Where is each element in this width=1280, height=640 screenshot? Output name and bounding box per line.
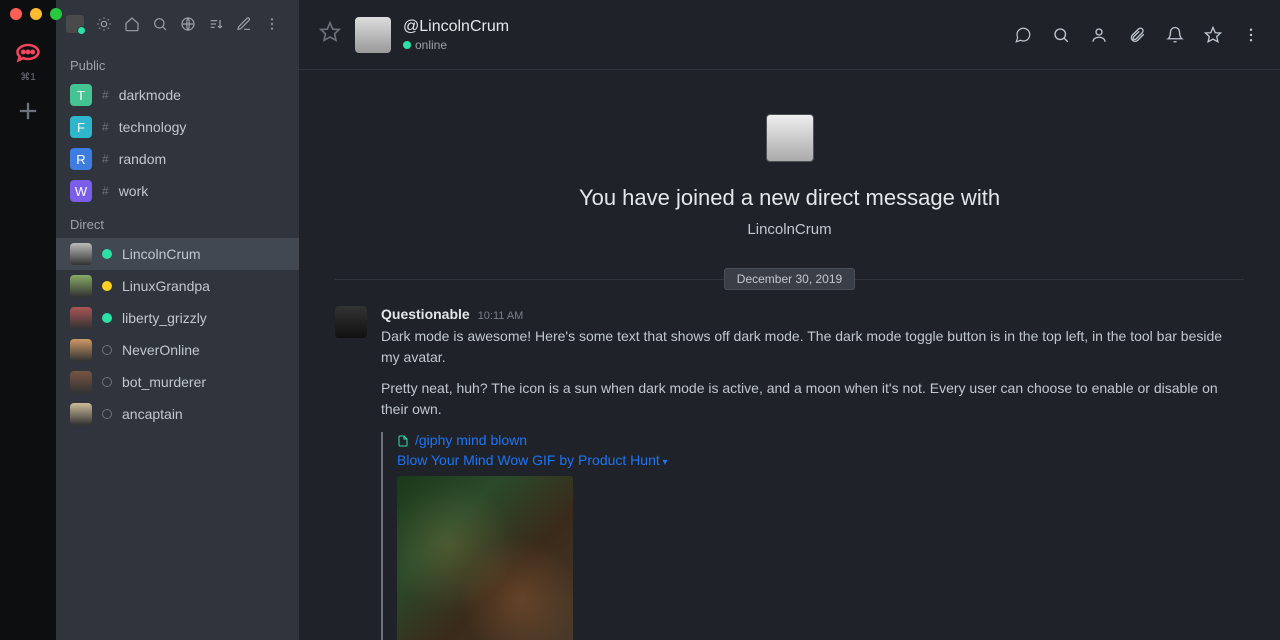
search-icon[interactable] <box>152 16 168 32</box>
notifications-icon[interactable] <box>1166 26 1184 44</box>
favorite-star-icon[interactable] <box>319 21 341 48</box>
sidebar-channel-item[interactable]: W # work <box>56 175 299 207</box>
status-dot <box>102 281 112 291</box>
channel-badge: F <box>70 116 92 138</box>
header-actions <box>1014 26 1260 44</box>
attachment-title[interactable]: Blow Your Mind Wow GIF by Product Hunt <box>397 452 1244 468</box>
window-traffic-lights <box>10 8 62 20</box>
threads-icon[interactable] <box>1014 26 1032 44</box>
sidebar-dm-item[interactable]: NeverOnline <box>56 334 299 366</box>
create-icon[interactable] <box>236 16 252 32</box>
room-header: @LincolnCrum online <box>299 0 1280 70</box>
joined-username: LincolnCrum <box>335 221 1244 238</box>
sidebar-section-direct: Direct <box>56 207 299 238</box>
sidebar-dm-item[interactable]: ancaptain <box>56 398 299 430</box>
add-server-button[interactable] <box>14 97 42 125</box>
sidebar-channel-item[interactable]: T # darkmode <box>56 79 299 111</box>
message-scroll-area[interactable]: You have joined a new direct message wit… <box>299 70 1280 640</box>
kebab-menu-icon[interactable] <box>264 16 280 32</box>
sidebar-channel-item[interactable]: F # technology <box>56 111 299 143</box>
sidebar-dm-item[interactable]: LincolnCrum <box>56 238 299 270</box>
attachment-command: /giphy mind blown <box>397 432 1244 448</box>
minimize-window-button[interactable] <box>30 8 42 20</box>
hash-icon: # <box>102 184 109 198</box>
hash-icon: # <box>102 88 109 102</box>
dm-avatar <box>70 339 92 361</box>
sidebar-dm-item[interactable]: bot_murderer <box>56 366 299 398</box>
date-separator: December 30, 2019 <box>335 268 1244 290</box>
hash-icon: # <box>102 152 109 166</box>
dm-name: bot_murderer <box>122 374 206 390</box>
sidebar-dm-item[interactable]: liberty_grizzly <box>56 302 299 334</box>
dm-name: NeverOnline <box>122 342 200 358</box>
dm-avatar <box>70 307 92 329</box>
status-dot <box>102 345 112 355</box>
hash-icon: # <box>102 120 109 134</box>
channel-badge: W <box>70 180 92 202</box>
document-icon <box>397 434 409 446</box>
room-status: online <box>403 38 509 52</box>
attachment-command-text: /giphy mind blown <box>415 432 527 448</box>
dm-name: LinuxGrandpa <box>122 278 210 294</box>
home-icon[interactable] <box>124 16 140 32</box>
server-rail: ⌘1 <box>0 0 56 640</box>
status-dot <box>102 249 112 259</box>
kebab-icon[interactable] <box>1242 26 1260 44</box>
sidebar-dm-item[interactable]: LinuxGrandpa <box>56 270 299 302</box>
workspace-shortcut-label: ⌘1 <box>20 72 36 83</box>
message-author[interactable]: Questionable <box>381 306 470 322</box>
search-messages-icon[interactable] <box>1052 26 1070 44</box>
sort-icon[interactable] <box>208 16 224 32</box>
directory-icon[interactable] <box>180 16 196 32</box>
files-icon[interactable] <box>1128 26 1146 44</box>
channel-badge: R <box>70 148 92 170</box>
sidebar-channel-item[interactable]: R # random <box>56 143 299 175</box>
message-text-2: Pretty neat, huh? The icon is a sun when… <box>381 378 1244 420</box>
dm-avatar <box>70 371 92 393</box>
channel-name: work <box>119 183 149 199</box>
sidebar: Public T # darkmode F # technology R # random W # w… <box>56 0 299 640</box>
sidebar-section-public: Public <box>56 48 299 79</box>
sidebar-toolbar <box>56 0 299 48</box>
darkmode-toggle-icon[interactable] <box>96 16 112 32</box>
dm-avatar <box>70 403 92 425</box>
close-window-button[interactable] <box>10 8 22 20</box>
date-separator-label: December 30, 2019 <box>724 268 855 290</box>
main-panel: @LincolnCrum online You have joined a ne… <box>299 0 1280 640</box>
dm-name: liberty_grizzly <box>122 310 207 326</box>
dm-name: LincolnCrum <box>122 246 201 262</box>
dm-avatar <box>70 243 92 265</box>
message: Questionable 10:11 AM Dark mode is aweso… <box>335 306 1244 640</box>
joined-banner: You have joined a new direct message wit… <box>335 114 1244 238</box>
status-dot <box>102 409 112 419</box>
maximize-window-button[interactable] <box>50 8 62 20</box>
dm-name: ancaptain <box>122 406 183 422</box>
channel-name: darkmode <box>119 87 181 103</box>
message-avatar[interactable] <box>335 306 367 338</box>
attachment-gif[interactable] <box>397 476 573 640</box>
channel-name: random <box>119 151 166 167</box>
joined-avatar <box>766 114 814 162</box>
status-dot <box>102 377 112 387</box>
rocketchat-logo-icon[interactable] <box>14 38 42 66</box>
status-dot <box>102 313 112 323</box>
channel-name: technology <box>119 119 187 135</box>
joined-text: You have joined a new direct message wit… <box>335 185 1244 211</box>
members-icon[interactable] <box>1090 26 1108 44</box>
star-icon[interactable] <box>1204 26 1222 44</box>
message-attachment: /giphy mind blown Blow Your Mind Wow GIF… <box>381 432 1244 640</box>
message-text-1: Dark mode is awesome! Here's some text t… <box>381 326 1244 368</box>
user-avatar[interactable] <box>66 15 84 33</box>
channel-badge: T <box>70 84 92 106</box>
room-avatar[interactable] <box>355 17 391 53</box>
dm-avatar <box>70 275 92 297</box>
message-time: 10:11 AM <box>478 310 524 322</box>
room-title: @LincolnCrum <box>403 18 509 36</box>
room-status-text: online <box>415 38 447 52</box>
